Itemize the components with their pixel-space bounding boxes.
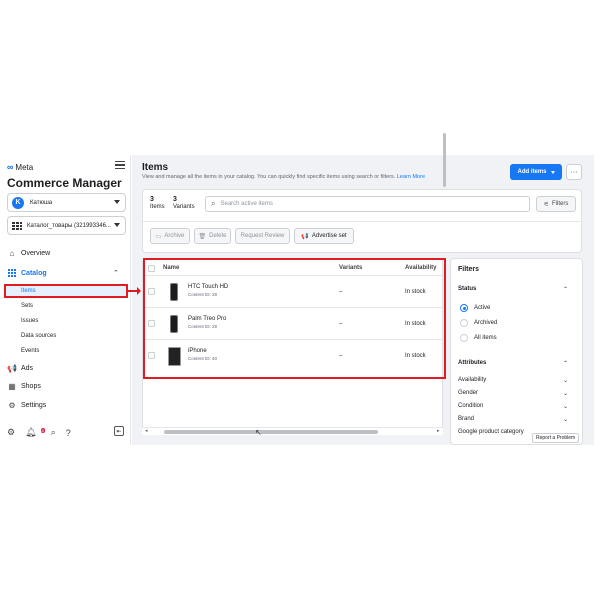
megaphone-icon: 📢 bbox=[7, 363, 17, 373]
search-icon: ⌕ bbox=[211, 199, 216, 208]
sidebar-item-data-sources[interactable]: Data sources bbox=[21, 333, 56, 339]
table-highlight-frame bbox=[143, 258, 446, 379]
archive-button[interactable]: ▭ Archive bbox=[150, 228, 190, 244]
radio-icon bbox=[460, 319, 468, 327]
scrollbar-thumb[interactable] bbox=[164, 430, 378, 434]
scroll-right-icon[interactable]: ▸ bbox=[437, 428, 440, 434]
search-icon[interactable]: ⌕ bbox=[51, 427, 56, 438]
items-count: 3 Items bbox=[150, 196, 165, 210]
avatar: K bbox=[12, 196, 24, 209]
page-subtitle: View and manage all the items in your ca… bbox=[142, 174, 426, 180]
radio-icon bbox=[460, 304, 468, 312]
sidebar-item-label: Shops bbox=[21, 382, 41, 390]
filters-button[interactable]: ⚟ Filters bbox=[536, 196, 576, 212]
more-options-button[interactable]: ··· bbox=[566, 164, 582, 180]
chevron-up-icon[interactable]: ⌃ bbox=[563, 286, 568, 293]
sidebar-item-events[interactable]: Events bbox=[21, 348, 39, 354]
chevron-down-icon bbox=[114, 200, 120, 204]
sidebar-item-label: Catalog bbox=[21, 269, 47, 277]
sidebar-item-shops[interactable]: ▦ Shops bbox=[7, 381, 41, 391]
status-option-active[interactable]: Active bbox=[460, 304, 490, 312]
sidebar-item-sets[interactable]: Sets bbox=[21, 303, 33, 309]
attribute-availability[interactable]: Availability bbox=[458, 377, 486, 383]
status-option-archived[interactable]: Archived bbox=[460, 319, 497, 327]
add-items-button[interactable]: Add items bbox=[510, 164, 562, 180]
collapse-sidebar-icon[interactable]: ⇤ bbox=[114, 426, 124, 436]
sidebar-item-overview[interactable]: ⌂ Overview bbox=[7, 248, 51, 258]
trash-icon: 🗑︎ bbox=[198, 233, 207, 240]
filters-title: Filters bbox=[458, 266, 480, 273]
filters-panel: Filters Status ⌃ Active Archived All ite… bbox=[450, 258, 583, 445]
chevron-down-icon[interactable]: ⌄ bbox=[563, 390, 568, 397]
sidebar: ∞ Meta Commerce Manager K Катюша Каталог… bbox=[0, 155, 131, 445]
radio-icon bbox=[460, 334, 468, 342]
app-title: Commerce Manager bbox=[7, 176, 122, 190]
catalog-name: Каталог_товары (321993346... bbox=[27, 222, 111, 229]
meta-logo[interactable]: ∞ Meta bbox=[7, 162, 33, 172]
account-name: Катюша bbox=[30, 199, 53, 206]
delete-button[interactable]: 🗑︎ Delete bbox=[194, 228, 231, 244]
chevron-up-icon[interactable]: ⌃ bbox=[113, 269, 119, 277]
sidebar-item-catalog[interactable]: Catalog bbox=[7, 268, 47, 278]
sidebar-item-label: Ads bbox=[21, 364, 34, 372]
divider bbox=[143, 221, 581, 222]
catalog-icon bbox=[7, 268, 17, 278]
sidebar-item-ads[interactable]: 📢 Ads bbox=[7, 363, 33, 373]
notification-badge: 8 bbox=[40, 428, 45, 433]
account-selector[interactable]: K Катюша bbox=[7, 193, 126, 212]
chevron-down-icon[interactable]: ⌄ bbox=[563, 416, 568, 423]
sidebar-item-label: Overview bbox=[21, 249, 51, 257]
filters-scrollbar[interactable] bbox=[443, 133, 446, 187]
attributes-section-label: Attributes bbox=[458, 360, 487, 366]
arrow-right-icon bbox=[128, 287, 141, 295]
archive-icon: ▭ bbox=[155, 233, 162, 240]
report-problem-button[interactable]: Report a Problem bbox=[532, 433, 580, 443]
bell-icon[interactable]: 🔔︎ 8 bbox=[25, 427, 45, 438]
sidebar-item-issues[interactable]: Issues bbox=[21, 318, 38, 324]
sidebar-footer: ⚙ 🔔︎ 8 ⌕ ? bbox=[7, 427, 71, 438]
items-toolbar-card: 3 Items 3 Variants ⌕ Search active items ⚟… bbox=[142, 189, 582, 253]
attribute-condition[interactable]: Condition bbox=[458, 403, 483, 409]
meta-wordmark: Meta bbox=[15, 162, 34, 172]
chevron-down-icon[interactable]: ⌄ bbox=[563, 403, 568, 410]
attribute-brand[interactable]: Brand bbox=[458, 416, 474, 422]
learn-more-link[interactable]: Learn More bbox=[397, 174, 425, 180]
variants-count: 3 Variants bbox=[173, 196, 195, 210]
chevron-up-icon[interactable]: ⌃ bbox=[563, 360, 568, 367]
attribute-gender[interactable]: Gender bbox=[458, 390, 478, 396]
mouse-cursor-icon: ↖ bbox=[255, 428, 262, 437]
menu-icon[interactable] bbox=[115, 159, 125, 169]
home-icon: ⌂ bbox=[9, 248, 15, 258]
advertise-set-button[interactable]: 📢 Advertise set bbox=[294, 228, 354, 244]
chevron-down-icon bbox=[114, 223, 120, 227]
chevron-down-icon bbox=[550, 170, 555, 174]
megaphone-icon: 📢 bbox=[301, 233, 309, 240]
search-input[interactable]: ⌕ Search active items bbox=[205, 196, 530, 212]
filter-sliders-icon: ⚟ bbox=[543, 201, 550, 208]
sidebar-item-settings[interactable]: ⚙ Settings bbox=[7, 400, 46, 410]
horizontal-scrollbar[interactable]: ◂ ▸ bbox=[142, 427, 443, 435]
scroll-left-icon[interactable]: ◂ bbox=[145, 428, 148, 434]
gear-icon[interactable]: ⚙ bbox=[7, 427, 15, 438]
status-section-label: Status bbox=[458, 286, 477, 292]
meta-infinity-icon: ∞ bbox=[7, 162, 14, 172]
catalog-selector[interactable]: Каталог_товары (321993346... bbox=[7, 216, 126, 235]
page-title: Items bbox=[142, 162, 169, 173]
sidebar-item-label: Settings bbox=[21, 401, 47, 409]
request-review-button[interactable]: Request Review bbox=[235, 228, 290, 244]
items-highlight-frame bbox=[4, 284, 128, 298]
status-option-all-items[interactable]: All items bbox=[460, 334, 497, 342]
shop-icon: ▦ bbox=[8, 381, 16, 391]
help-icon[interactable]: ? bbox=[66, 428, 71, 438]
gear-icon: ⚙ bbox=[8, 400, 16, 410]
attribute-google-product-category[interactable]: Google product category bbox=[458, 429, 524, 435]
catalog-grid-icon bbox=[12, 221, 22, 230]
chevron-down-icon[interactable]: ⌄ bbox=[563, 377, 568, 384]
